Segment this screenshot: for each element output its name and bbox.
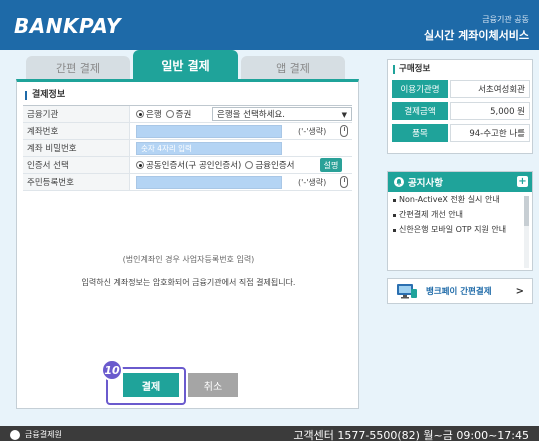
resident-number-input[interactable] xyxy=(136,176,282,189)
payment-form-panel: 결제정보 금융기관 은행 증권 은행을 선택하세요. ▼ 계좌번호 ('-'생략… xyxy=(16,79,359,409)
notice-item[interactable]: 신한은행 모바일 OTP 지원 안내 xyxy=(393,225,518,235)
resident-omit-hint: ('-'생략) xyxy=(298,178,327,187)
tab-app-payment[interactable]: 앱 결제 xyxy=(241,56,345,80)
purchase-info-panel: 구매정보 이용기관명 서초여성회관 결제금액 5,000 원 품목 94-수고한… xyxy=(387,59,533,154)
payment-form: 금융기관 은행 증권 은행을 선택하세요. ▼ 계좌번호 ('-'생략) 계좌 … xyxy=(23,105,352,191)
form-row-password: 계좌 비밀번호 숫자 4자리 입력 xyxy=(23,140,352,157)
monitor-icon xyxy=(397,284,417,299)
account-number-input[interactable] xyxy=(136,125,282,138)
purchase-row-value: 94-수고한 나를 xyxy=(450,124,530,142)
purchase-row-label: 결제금액 xyxy=(392,102,448,120)
banner-label: 뱅크페이 간편결제 xyxy=(426,287,492,297)
radio-securities-label[interactable]: 증권 xyxy=(176,108,192,120)
footer-org: 금융결제원 xyxy=(10,429,62,440)
purchase-row: 결제금액 5,000 원 xyxy=(392,102,530,120)
header-subtitle: 금융기관 공동 xyxy=(482,15,529,24)
radio-financial-cert[interactable] xyxy=(245,161,254,169)
section-title: 결제정보 xyxy=(25,91,65,100)
step-badge: 10 xyxy=(101,359,123,381)
purchase-row: 이용기관명 서초여성회관 xyxy=(392,80,530,98)
account-omit-hint: ('-'생략) xyxy=(298,127,327,136)
radio-joint-cert[interactable] xyxy=(136,161,144,169)
mouse-keyboard-icon[interactable] xyxy=(340,176,348,188)
tab-general-payment[interactable]: 일반 결제 xyxy=(133,50,238,80)
content-area: 간편 결제 일반 결제 앱 결제 결제정보 금융기관 은행 증권 은행을 선택하… xyxy=(0,50,539,426)
account-value: ('-'생략) xyxy=(130,123,352,139)
radio-securities[interactable] xyxy=(165,110,174,118)
form-row-bank: 금융기관 은행 증권 은행을 선택하세요. ▼ xyxy=(23,106,352,123)
chevron-right-icon: > xyxy=(515,285,524,297)
bank-label: 금융기관 xyxy=(23,106,130,122)
resident-value: ('-'생략) xyxy=(130,174,352,190)
cert-label: 인증서 선택 xyxy=(23,157,130,173)
radio-financial-cert-label[interactable]: 금융인증서 xyxy=(255,159,294,171)
notice-panel: 공지사항 + Non-ActiveX 전환 실시 안내 간편결제 개선 안내 신… xyxy=(387,171,533,271)
pay-button[interactable]: 결제 xyxy=(123,373,179,397)
footer-contact: 고객센터 1577-5500(82) 월~금 09:00~17:45 xyxy=(293,429,529,441)
simple-pay-banner[interactable]: 뱅크페이 간편결제 > xyxy=(387,278,533,304)
bankpay-logo: BANKPAY xyxy=(14,14,121,38)
purchase-row: 품목 94-수고한 나를 xyxy=(392,124,530,142)
form-row-account: 계좌번호 ('-'생략) xyxy=(23,123,352,140)
account-label: 계좌번호 xyxy=(23,123,130,139)
chevron-down-icon: ▼ xyxy=(341,111,347,119)
header-title: 실시간 계좌이체서비스 xyxy=(423,29,529,42)
purchase-title: 구매정보 xyxy=(393,65,430,74)
notice-title: 공지사항 xyxy=(408,178,443,189)
notice-item[interactable]: 간편결제 개선 안내 xyxy=(393,210,518,220)
cert-help-button[interactable]: 설명 xyxy=(320,158,342,172)
footer-org-name: 금융결제원 xyxy=(25,430,62,439)
form-row-resident: 주민등록번호 ('-'생략) xyxy=(23,174,352,191)
bank-value: 은행 증권 은행을 선택하세요. ▼ xyxy=(130,106,352,122)
radio-bank-label[interactable]: 은행 xyxy=(146,108,162,120)
account-password-input[interactable]: 숫자 4자리 입력 xyxy=(136,142,282,155)
mouse-keyboard-icon[interactable] xyxy=(340,125,348,137)
form-row-cert: 인증서 선택 공동인증서(구 공인인증서) 금융인증서 설명 xyxy=(23,157,352,174)
radio-bank[interactable] xyxy=(136,110,144,118)
password-label: 계좌 비밀번호 xyxy=(23,140,130,156)
notice-header: 공지사항 + xyxy=(388,172,532,192)
purchase-row-value: 서초여성회관 xyxy=(450,80,530,98)
purchase-row-label: 품목 xyxy=(392,124,448,142)
header-title-block: 금융기관 공동 실시간 계좌이체서비스 xyxy=(424,14,529,43)
header: BANKPAY 금융기관 공동 실시간 계좌이체서비스 xyxy=(0,0,539,50)
cancel-button[interactable]: 취소 xyxy=(188,373,238,397)
encrypt-note: 입력하신 계좌정보는 암호화되어 금융기관에서 직접 결제됩니다. xyxy=(81,278,296,287)
notice-item[interactable]: Non-ActiveX 전환 실시 안내 xyxy=(393,195,518,205)
purchase-row-label: 이용기관명 xyxy=(392,80,448,98)
notice-list: Non-ActiveX 전환 실시 안내 간편결제 개선 안내 신한은행 모바일… xyxy=(388,192,532,235)
bank-select-value: 은행을 선택하세요. xyxy=(217,110,285,120)
radio-joint-cert-label[interactable]: 공동인증서(구 공인인증서) xyxy=(146,159,241,171)
password-value: 숫자 4자리 입력 xyxy=(130,140,352,156)
corp-note: (법인계좌인 경우 사업자등록번호 입력) xyxy=(122,255,255,264)
kftc-logo-icon xyxy=(10,429,20,440)
tab-simple-payment[interactable]: 간편 결제 xyxy=(26,56,130,80)
purchase-row-value: 5,000 원 xyxy=(450,102,530,120)
plus-icon[interactable]: + xyxy=(517,176,528,187)
bank-select[interactable]: 은행을 선택하세요. ▼ xyxy=(212,107,352,121)
notice-scrollbar[interactable] xyxy=(524,196,529,268)
bell-icon xyxy=(394,177,404,187)
resident-label: 주민등록번호 xyxy=(23,174,130,190)
footer: 금융결제원 고객센터 1577-5500(82) 월~금 09:00~17:45 xyxy=(0,426,539,441)
cert-value: 공동인증서(구 공인인증서) 금융인증서 설명 xyxy=(130,157,352,173)
